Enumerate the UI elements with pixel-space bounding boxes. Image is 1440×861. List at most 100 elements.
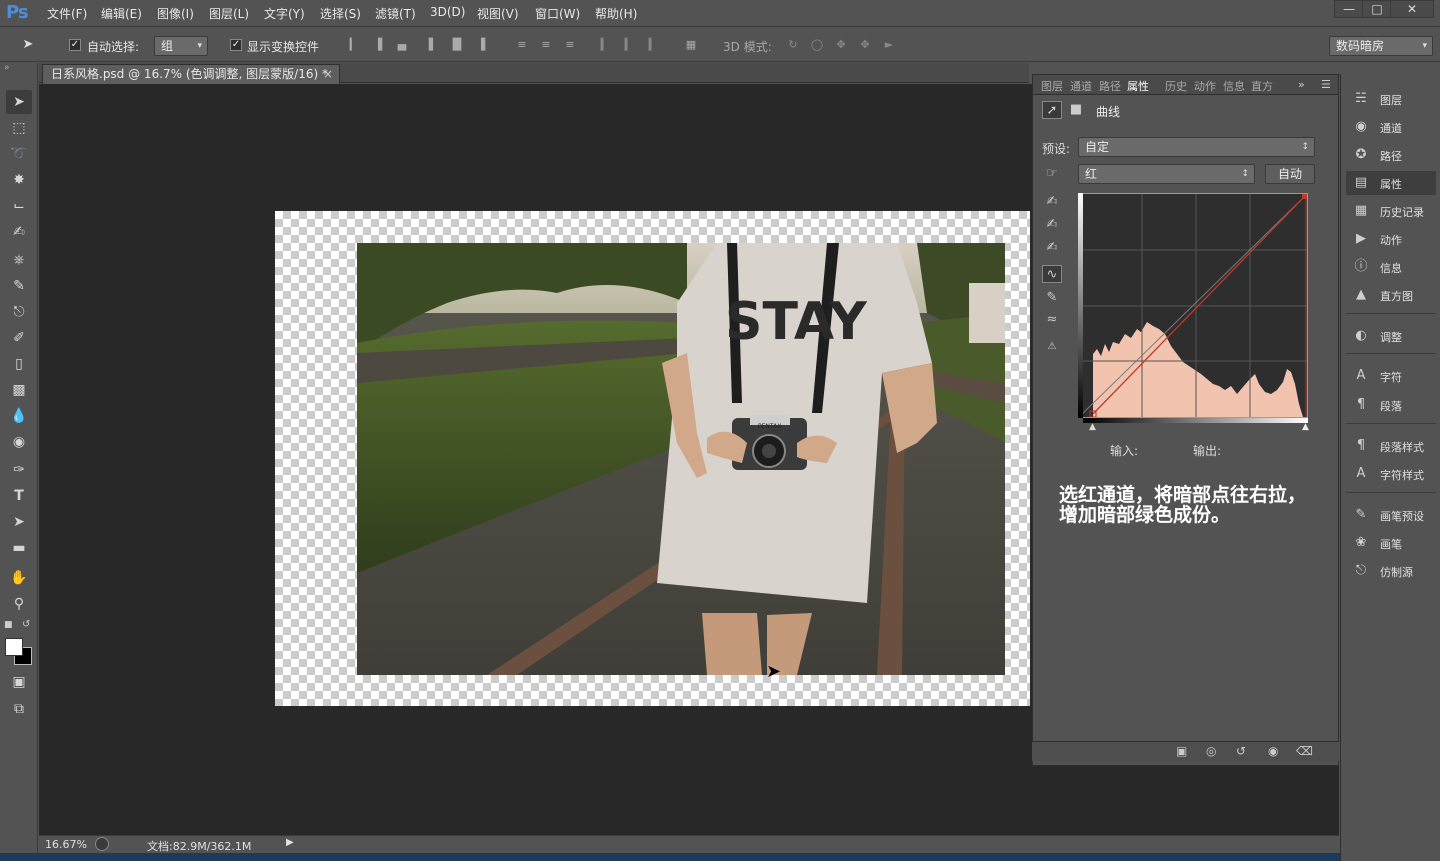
gradient-tool-icon[interactable]: ▩ [6, 378, 32, 402]
screen-mode-icon[interactable]: ⧉ [6, 697, 32, 721]
3d-drag-icon[interactable]: ✥ [833, 37, 849, 53]
tab-info[interactable]: 信息 [1223, 78, 1245, 94]
distribute-bottom-icon[interactable]: ≡ [562, 37, 578, 53]
collapse-arrows-icon[interactable]: » [4, 63, 10, 73]
smooth-curve-icon[interactable]: ≈ [1042, 311, 1062, 329]
menu-file[interactable]: 文件(F) [47, 5, 87, 22]
close-document-icon[interactable]: × [323, 65, 333, 83]
swap-colors-icon[interactable]: ↺ [22, 619, 30, 630]
align-vcenter-icon[interactable]: ▐ [370, 37, 386, 53]
pencil-draw-curve-icon[interactable]: ✎ [1042, 289, 1062, 307]
white-point-slider-icon[interactable]: ▲ [1302, 422, 1309, 432]
preset-dropdown[interactable]: 自定 ↕ [1078, 137, 1315, 157]
document-photo[interactable]: PENTAX STAY [357, 243, 1005, 675]
tab-layers[interactable]: 图层 [1041, 78, 1063, 94]
dock-item-adjustments[interactable]: ◐ 调整 [1346, 324, 1436, 348]
auto-align-icon[interactable]: ▦ [683, 37, 699, 53]
move-tool-preset-icon[interactable]: ➤ [20, 37, 36, 53]
black-point-slider-icon[interactable]: ▲ [1089, 422, 1096, 432]
gray-point-eyedropper-icon[interactable]: ✍ [1042, 216, 1062, 234]
curve-point-tool-icon[interactable]: ∿ [1042, 265, 1062, 283]
pen-tool-icon[interactable]: ✑ [6, 458, 32, 482]
default-colors-icon[interactable]: ■ [4, 620, 13, 630]
curves-graph[interactable] [1078, 193, 1308, 418]
align-bottom-icon[interactable]: ▄ [394, 37, 410, 53]
toggle-visibility-icon[interactable]: ◉ [1268, 744, 1278, 758]
brush-tool-icon[interactable]: ✎ [6, 274, 32, 298]
mask-icon[interactable]: ■ [1066, 101, 1086, 119]
type-tool-icon[interactable]: T [6, 484, 32, 508]
eraser-tool-icon[interactable]: ▯ [6, 352, 32, 376]
dock-item-brush-presets[interactable]: ✎ 画笔预设 [1346, 503, 1436, 527]
tab-history[interactable]: 历史 [1165, 78, 1187, 94]
dock-item-info[interactable]: ⓘ 信息 [1346, 255, 1436, 279]
show-transform-checkbox[interactable]: ✓ [230, 39, 242, 51]
path-selection-tool-icon[interactable]: ➤ [6, 510, 32, 534]
blur-tool-icon[interactable]: 💧 [6, 404, 32, 428]
menu-3d[interactable]: 3D(D) [430, 5, 465, 19]
quick-mask-icon[interactable]: ▣ [6, 670, 32, 694]
history-brush-tool-icon[interactable]: ✐ [6, 326, 32, 350]
zoom-level[interactable]: 16.67% [45, 838, 87, 851]
healing-brush-tool-icon[interactable]: ⎈ [6, 248, 32, 272]
panel-menu-icon[interactable]: ☰ [1321, 78, 1331, 91]
3d-slide-icon[interactable]: ✥ [857, 37, 873, 53]
3d-roll-icon[interactable]: ◯ [809, 37, 825, 53]
lasso-tool-icon[interactable]: ➰ [6, 142, 32, 166]
zoom-tool-icon[interactable]: ⚲ [6, 592, 32, 616]
close-window-button[interactable]: ✕ [1390, 0, 1434, 18]
dock-item-paths[interactable]: ✪ 路径 [1346, 143, 1436, 167]
foreground-color-swatch[interactable] [5, 638, 23, 656]
dock-item-actions[interactable]: ▶ 动作 [1346, 227, 1436, 251]
dock-item-history[interactable]: ▦ 历史记录 [1346, 199, 1436, 223]
align-right-icon[interactable]: ▐ [473, 37, 489, 53]
distribute-top-icon[interactable]: ≡ [514, 37, 530, 53]
move-tool-icon[interactable]: ➤ [6, 90, 32, 114]
menu-select[interactable]: 选择(S) [320, 5, 361, 22]
dock-item-histogram[interactable]: ▲ 直方图 [1346, 283, 1436, 307]
dock-item-properties[interactable]: ▤ 属性 [1346, 171, 1436, 195]
marquee-tool-icon[interactable]: ⬚ [6, 116, 32, 140]
menu-help[interactable]: 帮助(H) [595, 5, 637, 22]
magic-wand-tool-icon[interactable]: ✸ [6, 168, 32, 192]
status-info-icon[interactable] [95, 837, 109, 851]
white-point-eyedropper-icon[interactable]: ✍ [1042, 239, 1062, 257]
tab-actions[interactable]: 动作 [1194, 78, 1216, 94]
dodge-tool-icon[interactable]: ◉ [6, 430, 32, 454]
menu-view[interactable]: 视图(V) [477, 5, 519, 22]
auto-select-checkbox[interactable]: ✓ [69, 39, 81, 51]
minimize-button[interactable]: — [1334, 0, 1364, 18]
view-previous-state-icon[interactable]: ◎ [1206, 744, 1216, 758]
restore-button[interactable]: □ [1362, 0, 1392, 18]
tab-histogram[interactable]: 直方 [1251, 78, 1273, 94]
dock-item-paragraph[interactable]: ¶ 段落 [1346, 393, 1436, 417]
3d-rotate-icon[interactable]: ↻ [785, 37, 801, 53]
clone-stamp-tool-icon[interactable]: ⎋ [6, 300, 32, 324]
reset-icon[interactable]: ↺ [1236, 744, 1246, 758]
distribute-vcenter-icon[interactable]: ≡ [538, 37, 554, 53]
3d-scale-icon[interactable]: ► [881, 37, 897, 53]
menu-window[interactable]: 窗口(W) [535, 5, 580, 22]
distribute-hcenter-icon[interactable]: ║ [618, 37, 634, 53]
eyedropper-tool-icon[interactable]: ✍ [6, 220, 32, 244]
align-hcenter-icon[interactable]: █ [449, 37, 465, 53]
menu-type[interactable]: 文字(Y) [264, 5, 305, 22]
document-tab[interactable]: 日系风格.psd @ 16.7% (色调调整, 图层蒙版/16) * × [42, 64, 340, 84]
rectangle-tool-icon[interactable]: ▬ [6, 536, 32, 560]
distribute-left-icon[interactable]: ║ [594, 37, 610, 53]
auto-select-dropdown[interactable]: 组 ▾ [154, 36, 208, 56]
tab-properties[interactable]: 属性 [1127, 78, 1149, 94]
menu-layer[interactable]: 图层(L) [209, 5, 249, 22]
workspace-dropdown[interactable]: 数码暗房 ▾ [1329, 36, 1433, 56]
black-point-eyedropper-icon[interactable]: ✍ [1042, 193, 1062, 211]
dock-item-brush[interactable]: ❀ 画笔 [1346, 531, 1436, 555]
dock-item-character-styles[interactable]: A 字符样式 [1346, 462, 1436, 486]
channel-dropdown[interactable]: 红 ↕ [1078, 164, 1255, 184]
align-left-icon[interactable]: ▌ [425, 37, 441, 53]
status-menu-arrow-icon[interactable]: ▶ [286, 837, 294, 848]
panel-expand-icon[interactable]: » [1298, 78, 1305, 91]
curves-adjustment-icon[interactable]: ➚ [1042, 101, 1062, 119]
dock-item-character[interactable]: A 字符 [1346, 364, 1436, 388]
delete-icon[interactable]: ⌫ [1296, 744, 1313, 758]
align-top-icon[interactable]: ▎ [346, 37, 362, 53]
